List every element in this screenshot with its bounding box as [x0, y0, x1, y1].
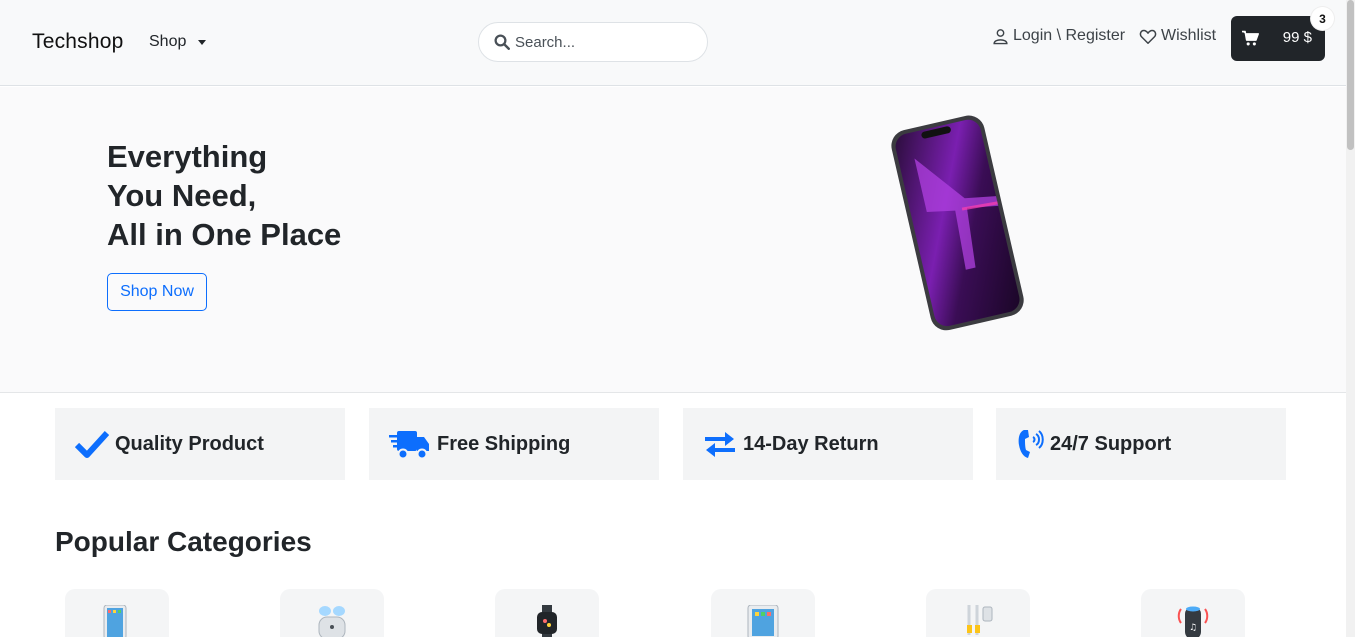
- svg-text:♫: ♫: [1189, 623, 1197, 633]
- phone-volume-icon: [1018, 430, 1044, 458]
- shop-now-button[interactable]: Shop Now: [107, 273, 207, 311]
- smart-speaker-icon: ♫: [1177, 606, 1209, 637]
- hero-title: Everything You Need, All in One Place: [107, 139, 342, 252]
- cart-icon: [1242, 30, 1259, 46]
- user-icon: [993, 28, 1008, 44]
- cables-icon: [967, 605, 993, 635]
- smartwatch-icon: [537, 605, 557, 637]
- heart-icon: [1139, 29, 1157, 44]
- brand-logo[interactable]: Techshop: [32, 30, 124, 54]
- category-card-smartphones[interactable]: [65, 589, 169, 637]
- category-card-smartwatches[interactable]: [495, 589, 599, 637]
- shop-dropdown-label: Shop: [149, 33, 187, 50]
- check-icon: [75, 430, 109, 458]
- cart-total: 99 $: [1282, 29, 1312, 46]
- search-icon: [494, 34, 510, 50]
- feature-label: 24/7 Support: [1050, 432, 1172, 455]
- feature-label: Quality Product: [115, 432, 264, 455]
- feature-label: 14-Day Return: [743, 432, 879, 455]
- caret-down-icon: [198, 39, 207, 45]
- category-card-earbuds[interactable]: [280, 589, 384, 637]
- login-register-label: Login \ Register: [1013, 27, 1126, 44]
- feature-free-shipping: Free Shipping: [369, 408, 659, 480]
- cart-button[interactable]: 99 $ 3: [1231, 7, 1334, 61]
- search-input[interactable]: [515, 33, 685, 51]
- feature-24-7-support: 24/7 Support: [996, 408, 1286, 480]
- exchange-arrows-icon: [705, 432, 735, 457]
- tablet-icon: [747, 605, 779, 637]
- category-card-tablets[interactable]: [711, 589, 815, 637]
- smartphone-hero-image: [891, 115, 1024, 331]
- category-card-cables[interactable]: [926, 589, 1030, 637]
- feature-label: Free Shipping: [437, 432, 571, 455]
- popular-categories-heading: Popular Categories: [55, 526, 312, 557]
- navbar: Techshop Shop Login \ Register Wishlist …: [0, 0, 1346, 86]
- shop-dropdown[interactable]: Shop: [149, 33, 207, 51]
- hero-banner: Everything You Need, All in One Place Sh…: [0, 87, 1346, 393]
- search-box[interactable]: [478, 22, 708, 62]
- wishlist-label: Wishlist: [1161, 27, 1217, 44]
- page-scrollbar[interactable]: [1346, 0, 1355, 637]
- category-card-smart-speakers[interactable]: ♫: [1141, 589, 1245, 637]
- feature-quality-product: Quality Product: [55, 408, 345, 480]
- login-register-link[interactable]: Login \ Register: [992, 27, 1125, 45]
- smartphone-icon: [103, 605, 127, 637]
- scrollbar-thumb[interactable]: [1347, 0, 1354, 150]
- wishlist-link[interactable]: Wishlist: [1139, 27, 1216, 45]
- feature-14-day-return: 14-Day Return: [683, 408, 973, 480]
- truck-icon: [389, 431, 429, 460]
- earbuds-icon: [318, 606, 346, 637]
- cart-count-badge: 3: [1311, 7, 1334, 30]
